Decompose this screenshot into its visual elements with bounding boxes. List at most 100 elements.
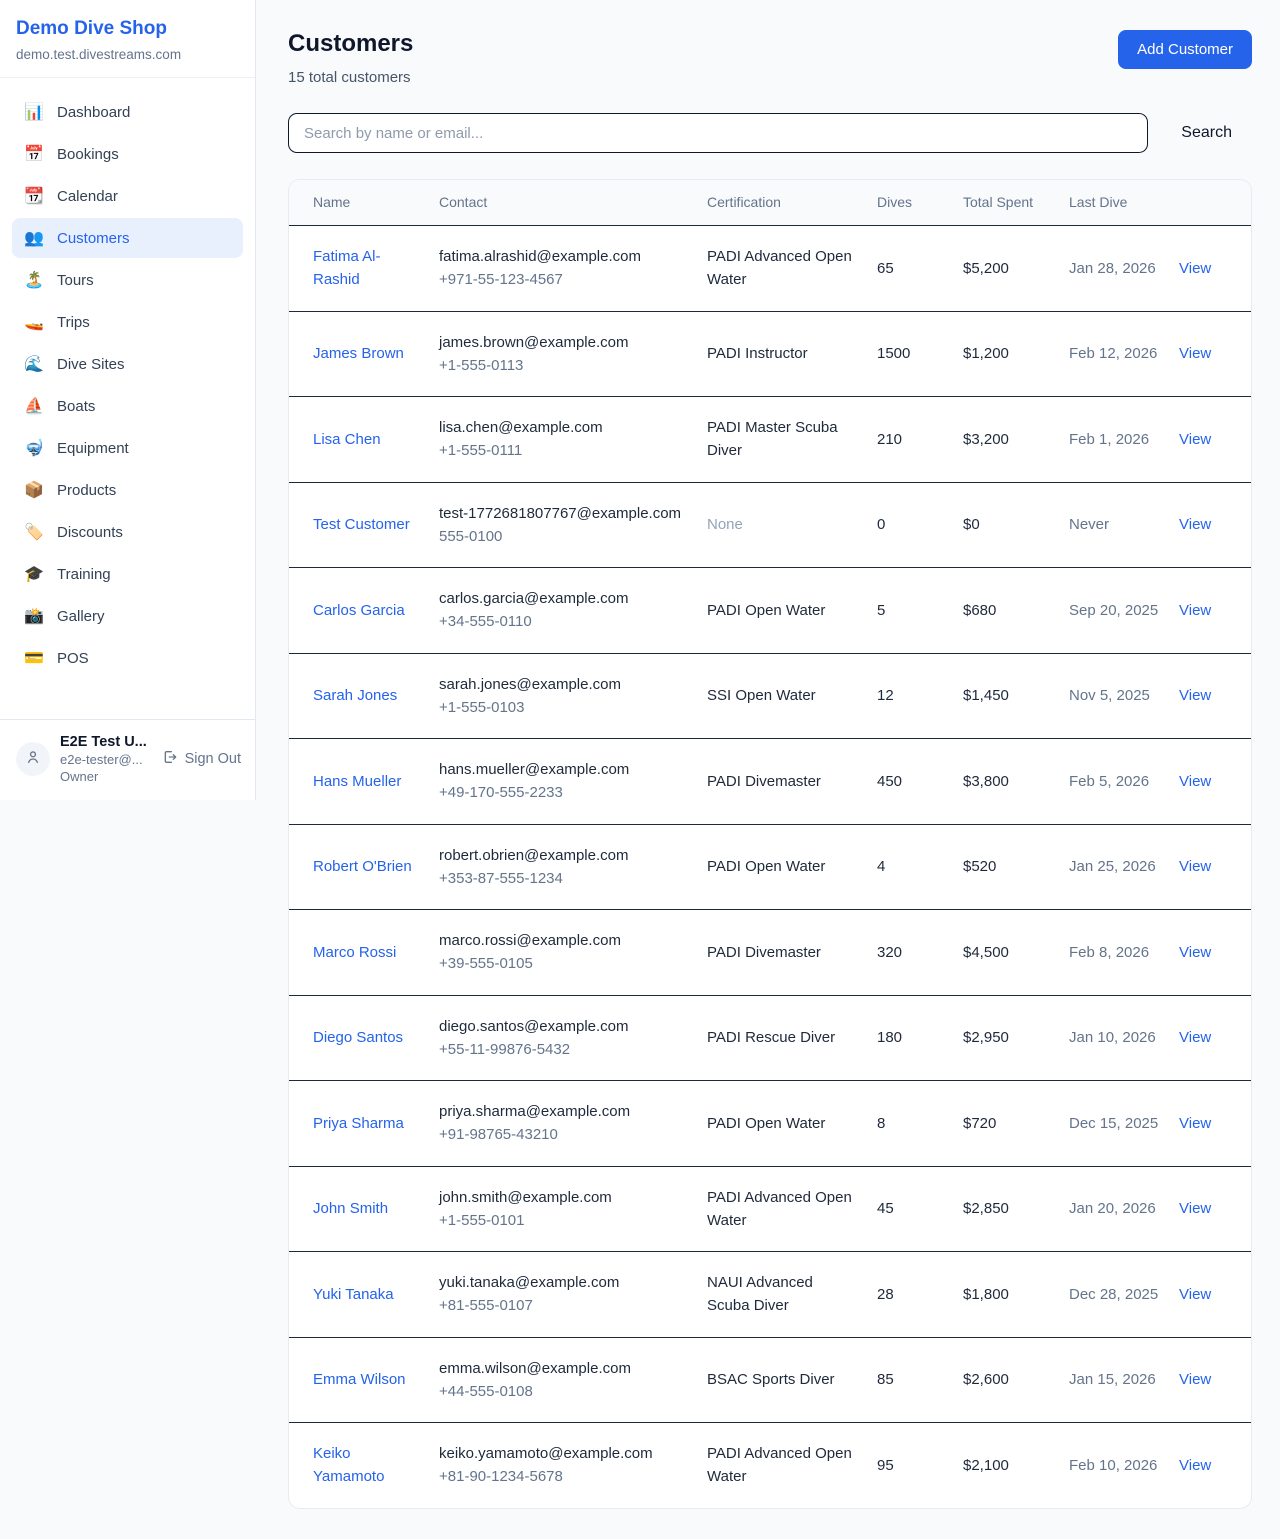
customer-contact: lisa.chen@example.com +1-555-0111 <box>439 397 707 483</box>
customer-phone: +1-555-0103 <box>439 696 687 719</box>
customer-name-link[interactable]: Sarah Jones <box>313 687 397 704</box>
view-customer-link[interactable]: View <box>1179 260 1211 277</box>
customer-name-link[interactable]: Fatima Al-Rashid <box>313 248 381 288</box>
customer-name-link[interactable]: Hans Mueller <box>313 773 401 790</box>
brand: Demo Dive Shop demo.test.divestreams.com <box>0 0 255 78</box>
view-customer-link[interactable]: View <box>1179 345 1211 362</box>
search-row: Search <box>288 113 1252 153</box>
sidebar-item-dashboard[interactable]: 📊Dashboard <box>12 92 243 132</box>
customer-name-link[interactable]: Priya Sharma <box>313 1115 404 1132</box>
sidebar-item-calendar[interactable]: 📆Calendar <box>12 176 243 216</box>
label-tag-icon: 🏷️ <box>24 522 44 542</box>
customer-name-link[interactable]: Yuki Tanaka <box>313 1286 394 1303</box>
customer-last-dive: Feb 12, 2026 <box>1069 311 1179 397</box>
sign-out-label: Sign Out <box>185 751 241 767</box>
sign-out-button[interactable]: Sign Out <box>162 749 241 769</box>
user-info: E2E Test U... e2e-tester@... Owner <box>60 734 152 784</box>
customer-dives: 450 <box>877 739 963 825</box>
table-row: Diego Santos diego.santos@example.com +5… <box>289 995 1251 1081</box>
customer-name-link[interactable]: John Smith <box>313 1200 388 1217</box>
sidebar-item-dive-sites[interactable]: 🌊Dive Sites <box>12 344 243 384</box>
sidebar-item-tours[interactable]: 🏝️Tours <box>12 260 243 300</box>
customer-phone: +81-90-1234-5678 <box>439 1465 687 1488</box>
table-row: Robert O'Brien robert.obrien@example.com… <box>289 824 1251 910</box>
customer-phone: +1-555-0113 <box>439 354 687 377</box>
sidebar-item-training[interactable]: 🎓Training <box>12 554 243 594</box>
sidebar-item-products[interactable]: 📦Products <box>12 470 243 510</box>
customer-email: carlos.garcia@example.com <box>439 587 687 610</box>
customer-contact: robert.obrien@example.com +353-87-555-12… <box>439 824 707 910</box>
sign-out-icon <box>162 749 178 769</box>
view-customer-link[interactable]: View <box>1179 1200 1211 1217</box>
search-button[interactable]: Search <box>1175 120 1238 146</box>
customer-certification: PADI Divemaster <box>707 739 877 825</box>
view-customer-link[interactable]: View <box>1179 1457 1211 1474</box>
customer-dives: 95 <box>877 1423 963 1508</box>
view-customer-link[interactable]: View <box>1179 1115 1211 1132</box>
sidebar-item-customers[interactable]: 👥Customers <box>12 218 243 258</box>
customer-certification: PADI Instructor <box>707 311 877 397</box>
sidebar-item-equipment[interactable]: 🤿Equipment <box>12 428 243 468</box>
sidebar-item-label: Gallery <box>57 608 105 625</box>
customer-name-link[interactable]: James Brown <box>313 345 404 362</box>
table-row: Lisa Chen lisa.chen@example.com +1-555-0… <box>289 397 1251 483</box>
sidebar-item-boats[interactable]: ⛵Boats <box>12 386 243 426</box>
view-customer-link[interactable]: View <box>1179 602 1211 619</box>
customer-dives: 210 <box>877 397 963 483</box>
customer-certification: PADI Master Scuba Diver <box>707 397 877 483</box>
customer-email: emma.wilson@example.com <box>439 1357 687 1380</box>
customer-name-link[interactable]: Diego Santos <box>313 1029 403 1046</box>
customer-email: fatima.alrashid@example.com <box>439 245 687 268</box>
customer-name-link[interactable]: Robert O'Brien <box>313 858 412 875</box>
view-customer-link[interactable]: View <box>1179 687 1211 704</box>
customer-contact: fatima.alrashid@example.com +971-55-123-… <box>439 226 707 312</box>
customer-last-dive: Dec 15, 2025 <box>1069 1081 1179 1167</box>
customer-last-dive: Jan 20, 2026 <box>1069 1166 1179 1252</box>
customer-email: james.brown@example.com <box>439 331 687 354</box>
view-customer-link[interactable]: View <box>1179 858 1211 875</box>
add-customer-button[interactable]: Add Customer <box>1118 30 1252 69</box>
customer-name-link[interactable]: Marco Rossi <box>313 944 396 961</box>
sidebar-item-label: Boats <box>57 398 95 415</box>
customer-total-spent: $1,200 <box>963 311 1069 397</box>
sidebar-item-label: Calendar <box>57 188 118 205</box>
customer-contact: carlos.garcia@example.com +34-555-0110 <box>439 568 707 654</box>
column-header-name: Name <box>289 180 439 226</box>
sidebar-item-gallery[interactable]: 📸 Gallery <box>12 596 243 636</box>
customer-dives: 4 <box>877 824 963 910</box>
camera-flash-icon: 📸 <box>24 606 44 626</box>
shop-name: Demo Dive Shop <box>16 18 239 40</box>
view-customer-link[interactable]: View <box>1179 516 1211 533</box>
customer-contact: hans.mueller@example.com +49-170-555-223… <box>439 739 707 825</box>
customers-table-card: Name Contact Certification Dives Total S… <box>288 179 1252 1509</box>
customer-total-spent: $2,600 <box>963 1337 1069 1423</box>
sidebar-item-pos[interactable]: 💳POS <box>12 638 243 678</box>
view-customer-link[interactable]: View <box>1179 1286 1211 1303</box>
customer-phone: +39-555-0105 <box>439 952 687 975</box>
sidebar-item-discounts[interactable]: 🏷️Discounts <box>12 512 243 552</box>
app-root: Demo Dive Shop demo.test.divestreams.com… <box>0 0 1280 1539</box>
table-row: Test Customer test-1772681807767@example… <box>289 482 1251 568</box>
customer-contact: john.smith@example.com +1-555-0101 <box>439 1166 707 1252</box>
table-row: Yuki Tanaka yuki.tanaka@example.com +81-… <box>289 1252 1251 1338</box>
customer-name-link[interactable]: Emma Wilson <box>313 1371 406 1388</box>
view-customer-link[interactable]: View <box>1179 773 1211 790</box>
sidebar-item-bookings[interactable]: 📅Bookings <box>12 134 243 174</box>
search-input[interactable] <box>288 113 1148 153</box>
view-customer-link[interactable]: View <box>1179 1029 1211 1046</box>
customer-name-link[interactable]: Keiko Yamamoto <box>313 1445 384 1485</box>
customer-last-dive: Jan 28, 2026 <box>1069 226 1179 312</box>
customer-name-link[interactable]: Carlos Garcia <box>313 602 405 619</box>
customers-table: Name Contact Certification Dives Total S… <box>289 180 1251 1508</box>
view-customer-link[interactable]: View <box>1179 1371 1211 1388</box>
customer-certification: SSI Open Water <box>707 653 877 739</box>
customer-name-link[interactable]: Test Customer <box>313 516 410 533</box>
customer-name-link[interactable]: Lisa Chen <box>313 431 381 448</box>
view-customer-link[interactable]: View <box>1179 944 1211 961</box>
customer-total-spent: $2,950 <box>963 995 1069 1081</box>
sidebar-item-trips[interactable]: 🚤Trips <box>12 302 243 342</box>
view-customer-link[interactable]: View <box>1179 431 1211 448</box>
customer-contact: marco.rossi@example.com +39-555-0105 <box>439 910 707 996</box>
customer-contact: test-1772681807767@example.com 555-0100 <box>439 482 707 568</box>
table-body: Fatima Al-Rashid fatima.alrashid@example… <box>289 226 1251 1508</box>
